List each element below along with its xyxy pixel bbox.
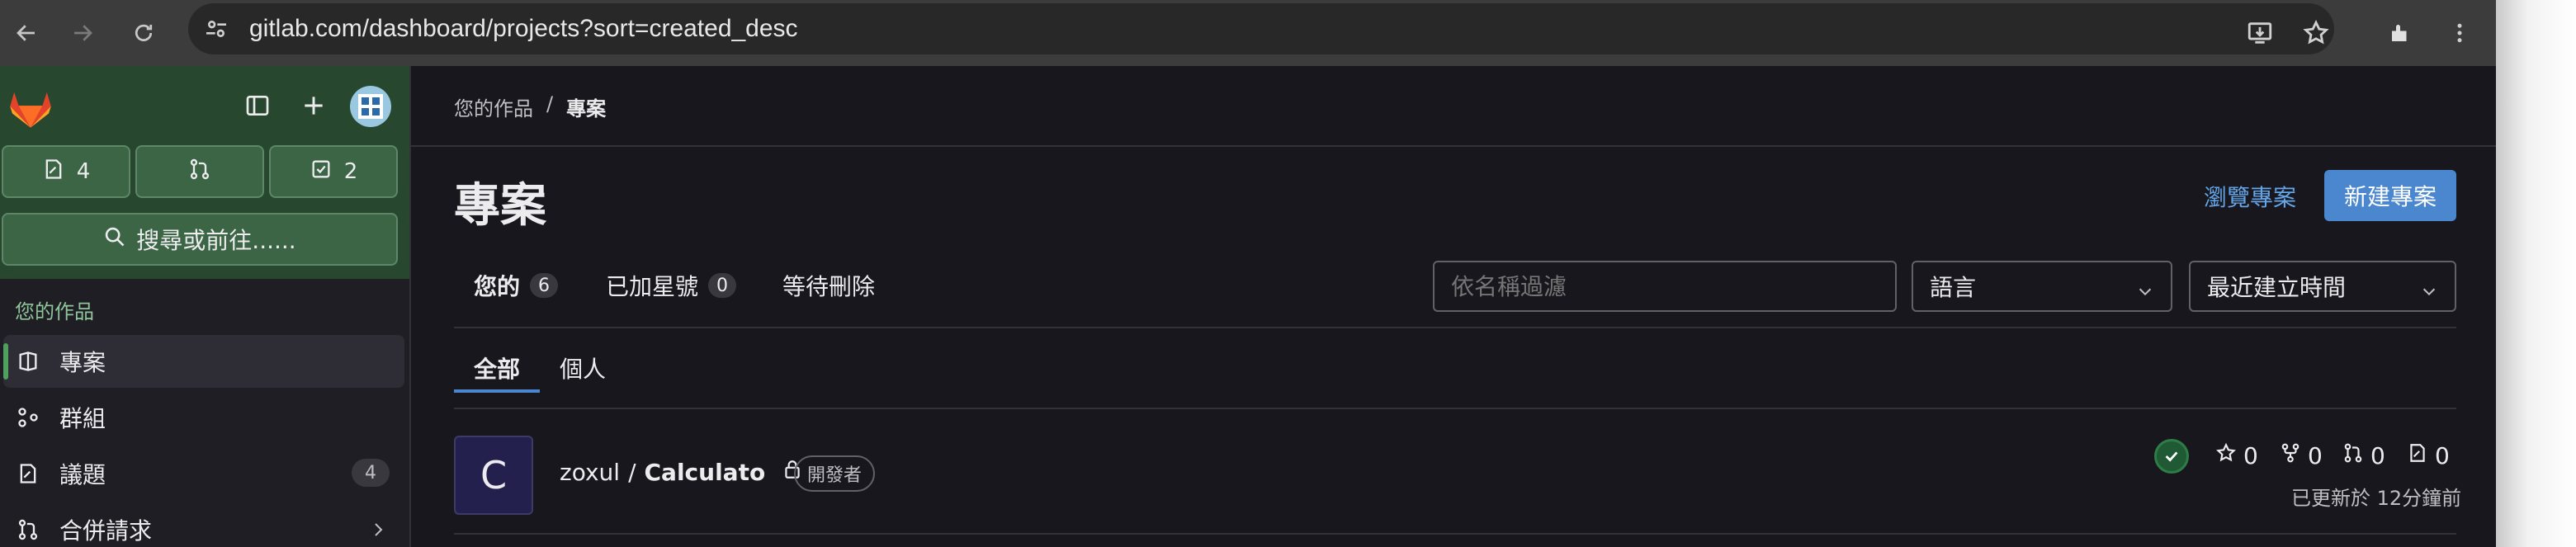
fork-icon — [2280, 442, 2301, 469]
forks-stat[interactable]: 0 — [2280, 442, 2323, 469]
issues-icon — [2407, 442, 2428, 469]
tab-yours[interactable]: 您的 6 — [474, 261, 559, 310]
sidebar-item-issues[interactable]: 議題 4 — [3, 447, 404, 500]
merge-requests-count: 0 — [2370, 442, 2385, 469]
sort-select[interactable]: 最近建立時間 — [2189, 261, 2456, 312]
todos-counter-button[interactable]: 2 — [269, 145, 398, 198]
gitlab-logo-icon[interactable] — [8, 87, 53, 132]
forward-icon[interactable] — [61, 12, 104, 54]
group-icon — [17, 406, 41, 429]
project-title-link[interactable]: zoxul / Calculato — [560, 459, 803, 486]
main-content: 您的作品 / 專案 專案 瀏覽專案 新建專案 您的 6 已加星號 0 等待刪除 … — [411, 66, 2496, 547]
pipeline-passed-icon[interactable] — [2154, 439, 2189, 474]
role-badge: 開發者 — [794, 455, 876, 492]
breadcrumb: 您的作品 / 專案 — [454, 92, 606, 121]
sidebar-item-label: 合併請求 — [59, 517, 153, 545]
language-select[interactable]: 語言 — [1912, 261, 2172, 312]
sidebar-header: 4 2 搜尋或前往...... — [0, 66, 409, 279]
tab-label: 已加星號 — [606, 273, 699, 300]
subtab-label: 個人 — [560, 356, 607, 383]
todo-icon — [310, 158, 333, 186]
divider — [454, 533, 2456, 535]
divider — [454, 408, 2456, 409]
screen: { "browser": { "url": "gitlab.com/dashbo… — [0, 0, 2576, 547]
stars-count: 0 — [2243, 442, 2258, 469]
issues-count: 0 — [2435, 442, 2450, 469]
subtab-all[interactable]: 全部 — [474, 343, 520, 393]
tab-label: 您的 — [474, 273, 521, 300]
forks-count: 0 — [2308, 442, 2323, 469]
search-label: 搜尋或前往...... — [136, 227, 296, 254]
divider — [454, 327, 2456, 328]
merge-request-icon — [2342, 442, 2364, 469]
merge-requests-button[interactable] — [135, 145, 264, 198]
search-button[interactable]: 搜尋或前往...... — [2, 213, 398, 266]
sidebar-item-label: 議題 — [59, 461, 106, 488]
project-name: Calculato — [644, 459, 766, 486]
breadcrumb-parent[interactable]: 您的作品 — [454, 92, 533, 121]
tab-pending-deletion[interactable]: 等待刪除 — [782, 261, 875, 310]
search-icon — [103, 225, 126, 254]
window-edge-shadow — [2496, 0, 2576, 547]
tab-starred[interactable]: 已加星號 0 — [606, 261, 737, 310]
chevron-down-icon — [2136, 279, 2154, 306]
sidebar-item-merge-requests[interactable]: 合併請求 — [3, 503, 404, 547]
subtab-label: 全部 — [474, 356, 521, 383]
extensions-icon[interactable] — [2379, 12, 2422, 54]
sidebar-item-groups[interactable]: 群組 — [3, 391, 404, 444]
project-path-separator: / — [628, 459, 636, 486]
todos-count: 2 — [343, 159, 358, 184]
project-icon — [17, 350, 41, 373]
active-indicator — [3, 343, 8, 380]
page-title: 專案 — [454, 179, 546, 233]
breadcrumb-separator: / — [546, 92, 554, 116]
issues-count-badge: 4 — [352, 459, 390, 487]
chevron-down-icon — [2420, 279, 2438, 306]
avatar[interactable] — [350, 86, 391, 127]
divider — [411, 145, 2496, 147]
sidebar-item-label: 群組 — [59, 405, 106, 432]
merge-request-icon — [188, 158, 211, 186]
bookmark-star-icon[interactable] — [2295, 12, 2337, 54]
star-icon — [2215, 442, 2237, 469]
address-bar[interactable]: gitlab.com/dashboard/projects?sort=creat… — [188, 3, 2334, 54]
project-avatar[interactable]: C — [454, 436, 533, 515]
menu-icon[interactable] — [2438, 12, 2481, 54]
tab-count: 0 — [708, 273, 737, 298]
collapse-sidebar-icon[interactable] — [236, 84, 279, 127]
sidebar-item-label: 專案 — [59, 349, 106, 376]
issues-counter-button[interactable]: 4 — [2, 145, 130, 198]
sidebar-item-projects[interactable]: 專案 — [3, 335, 404, 388]
issues-icon — [42, 158, 65, 186]
reload-icon[interactable] — [122, 12, 165, 54]
project-namespace: zoxul — [560, 459, 621, 486]
url-text[interactable]: gitlab.com/dashboard/projects?sort=creat… — [249, 15, 798, 43]
install-app-icon[interactable] — [2238, 12, 2281, 54]
filter-name-input[interactable] — [1433, 261, 1897, 312]
breadcrumb-current[interactable]: 專案 — [566, 92, 606, 121]
back-icon[interactable] — [5, 12, 48, 54]
merge-requests-stat[interactable]: 0 — [2342, 442, 2385, 469]
tab-count: 6 — [530, 273, 559, 298]
site-info-icon[interactable] — [203, 16, 229, 45]
sidebar-section-label: 您的作品 — [15, 300, 94, 323]
new-project-button[interactable]: 新建專案 — [2324, 170, 2456, 221]
subtab-personal[interactable]: 個人 — [560, 343, 606, 393]
issues-icon — [17, 462, 41, 485]
sidebar: 4 2 搜尋或前往...... 您的作品 專案 群組 議題 4 合併請求 — [0, 66, 411, 547]
stars-stat[interactable]: 0 — [2215, 442, 2258, 469]
chevron-right-icon[interactable] — [368, 518, 388, 545]
tab-label: 等待刪除 — [782, 273, 876, 300]
merge-request-icon — [17, 518, 41, 541]
create-new-icon[interactable] — [292, 84, 335, 127]
browser-toolbar: gitlab.com/dashboard/projects?sort=creat… — [0, 0, 2496, 66]
sort-select-value: 最近建立時間 — [2207, 274, 2347, 301]
explore-projects-link[interactable]: 瀏覽專案 — [2204, 180, 2296, 213]
issues-stat[interactable]: 0 — [2407, 442, 2450, 469]
updated-timestamp: 已更新於 12分鐘前 — [2291, 487, 2462, 510]
language-select-value: 語言 — [1930, 274, 1977, 301]
issues-count: 4 — [76, 159, 91, 184]
